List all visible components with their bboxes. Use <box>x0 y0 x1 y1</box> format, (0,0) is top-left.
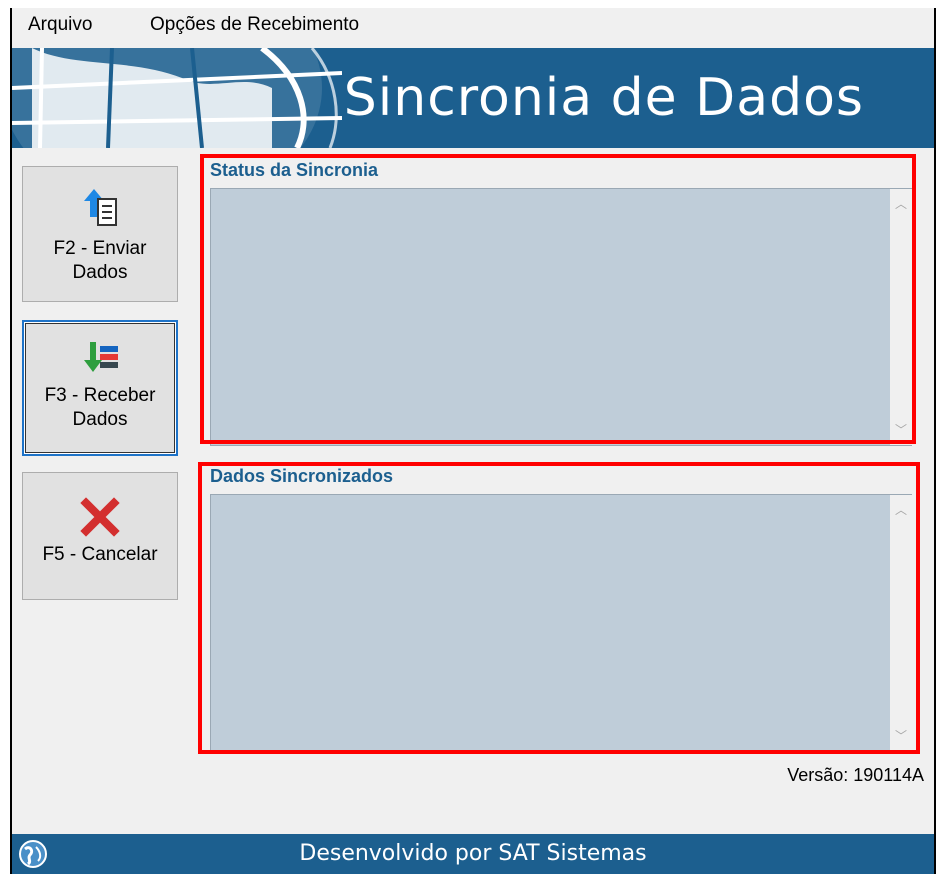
receive-data-button[interactable]: F3 - Receber Dados <box>22 320 178 456</box>
menu-arquivo[interactable]: Arquivo <box>28 14 92 36</box>
menu-opcoes-recebimento[interactable]: Opções de Recebimento <box>150 14 359 36</box>
cancel-x-icon <box>80 497 120 537</box>
main-window: Arquivo Opções de Recebimento Sincronia … <box>10 8 936 874</box>
status-highlight-box <box>200 154 916 444</box>
synced-highlight-box <box>198 462 920 754</box>
banner-title: Sincronia de Dados <box>343 68 864 128</box>
receive-data-label: F3 - Receber Dados <box>44 385 156 430</box>
version-label: Versão: 190114A <box>787 765 924 785</box>
cancel-button[interactable]: F5 - Cancelar <box>22 472 178 600</box>
menu-bar: Arquivo Opções de Recebimento <box>12 8 934 46</box>
sidebar: F2 - Enviar Dados F3 - Receber Dados F5 … <box>12 158 188 828</box>
send-data-label: F2 - Enviar Dados <box>53 238 147 283</box>
globe-logo <box>12 48 342 148</box>
footer-credit: Desenvolvido por SAT Sistemas <box>299 841 647 866</box>
download-data-icon <box>84 342 118 372</box>
send-data-button[interactable]: F2 - Enviar Dados <box>22 166 178 302</box>
footer-bar: Desenvolvido por SAT Sistemas <box>12 834 934 874</box>
cancel-label: F5 - Cancelar <box>42 544 158 565</box>
header-banner: Sincronia de Dados <box>12 48 934 148</box>
upload-document-icon <box>84 189 117 226</box>
